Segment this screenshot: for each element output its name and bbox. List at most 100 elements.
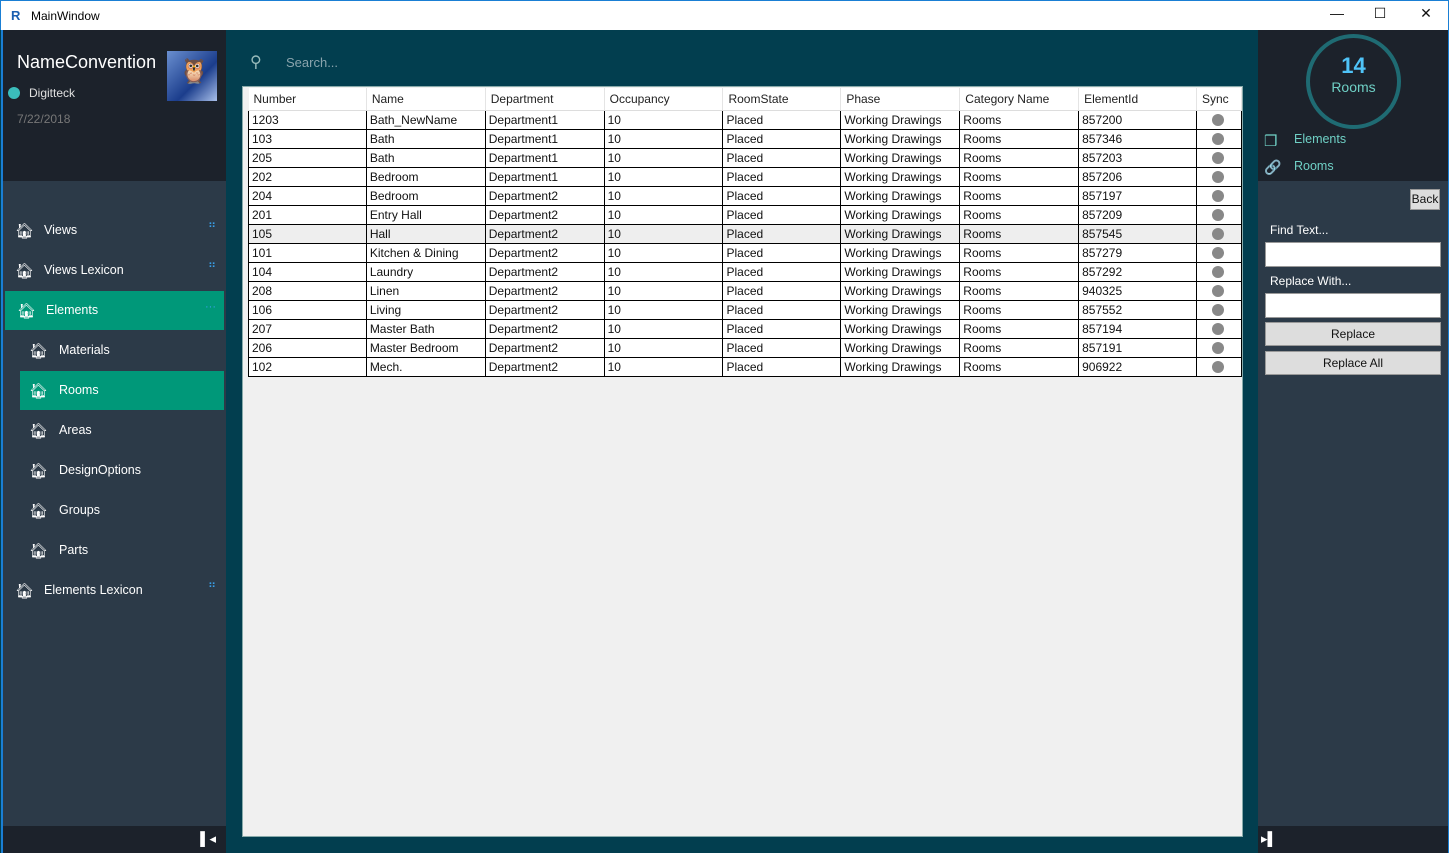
table-row[interactable]: 202 Bedroom Department1 10 Placed Working Dra… xyxy=(248,166,1243,187)
table-cell[interactable]: Department1 xyxy=(484,166,605,187)
table-cell[interactable]: Department2 xyxy=(484,261,605,282)
table-cell[interactable]: Living xyxy=(365,299,486,320)
table-row[interactable]: 205 Bath Department1 10 Placed Working Drawin… xyxy=(248,147,1243,168)
replace-button[interactable]: Replace xyxy=(1265,322,1441,346)
table-cell[interactable]: 940325 xyxy=(1078,280,1197,301)
sidebar-item-areas[interactable]: 🏠︎ Areas xyxy=(3,411,224,450)
link-elements[interactable]: ❒ Elements xyxy=(1264,132,1346,150)
table-cell[interactable]: Master Bath xyxy=(365,318,486,339)
table-cell[interactable]: Department2 xyxy=(484,242,605,263)
table-cell[interactable]: 201 xyxy=(248,204,367,225)
column-header[interactable]: Phase xyxy=(840,88,961,111)
table-cell[interactable]: 1203 xyxy=(248,109,367,130)
sidebar-item-groups[interactable]: 🏠︎ Groups xyxy=(3,491,224,530)
table-cell[interactable]: 10 xyxy=(603,204,724,225)
table-cell[interactable]: 10 xyxy=(603,223,724,244)
table-cell[interactable]: Placed xyxy=(722,280,842,301)
table-cell[interactable]: Rooms xyxy=(959,128,1080,149)
table-cell[interactable]: Working Drawings xyxy=(840,280,961,301)
table-cell[interactable]: Entry Hall xyxy=(365,204,486,225)
table-row[interactable]: 1203 Bath_NewName Department1 10 Placed Worki… xyxy=(248,109,1243,130)
sidebar-item-designoptions[interactable]: 🏠︎ DesignOptions xyxy=(3,451,224,490)
table-cell[interactable]: 205 xyxy=(248,147,367,168)
search-box[interactable]: ⚲ Search... xyxy=(250,52,338,72)
column-header[interactable]: ElementId xyxy=(1078,88,1197,111)
sidebar-item-elements-lexicon[interactable]: 🏠︎ Elements Lexicon ⠛ xyxy=(3,571,224,610)
table-cell[interactable]: Rooms xyxy=(959,318,1080,339)
table-cell[interactable]: Working Drawings xyxy=(840,147,961,168)
table-cell[interactable]: Placed xyxy=(722,337,842,358)
table-cell[interactable]: Rooms xyxy=(959,185,1080,206)
table-cell[interactable]: Placed xyxy=(722,147,842,168)
table-row[interactable]: 207 Master Bath Department2 10 Placed Working… xyxy=(248,318,1243,339)
table-cell[interactable]: Working Drawings xyxy=(840,337,961,358)
table-cell[interactable]: 10 xyxy=(603,166,724,187)
table-cell[interactable]: 10 xyxy=(603,109,724,130)
table-cell[interactable]: 10 xyxy=(603,299,724,320)
table-cell[interactable]: 10 xyxy=(603,242,724,263)
table-cell[interactable]: Department1 xyxy=(484,109,605,130)
table-cell[interactable]: Hall xyxy=(365,223,486,244)
table-cell[interactable]: Rooms xyxy=(959,166,1080,187)
table-cell[interactable]: Placed xyxy=(722,166,842,187)
table-cell[interactable]: Working Drawings xyxy=(840,261,961,282)
table-cell[interactable]: Placed xyxy=(722,299,842,320)
table-cell[interactable]: Bedroom xyxy=(365,166,486,187)
table-row[interactable]: 102 Mech. Department2 10 Placed Working Drawi… xyxy=(248,356,1243,377)
table-cell[interactable]: Working Drawings xyxy=(840,185,961,206)
table-cell[interactable]: Department2 xyxy=(484,185,605,206)
table-cell[interactable]: Department2 xyxy=(484,356,605,377)
find-text-input[interactable] xyxy=(1265,242,1441,267)
table-cell[interactable]: Rooms xyxy=(959,337,1080,358)
table-cell[interactable]: 857194 xyxy=(1078,318,1197,339)
replace-with-input[interactable] xyxy=(1265,293,1441,318)
collapse-sidebar-button[interactable]: ▌◂ xyxy=(200,831,216,847)
table-cell[interactable]: Department2 xyxy=(484,318,605,339)
table-cell[interactable]: 103 xyxy=(248,128,367,149)
table-cell[interactable]: 10 xyxy=(603,147,724,168)
table-cell[interactable]: Working Drawings xyxy=(840,356,961,377)
table-row[interactable]: 105 Hall Department2 10 Placed Working Drawin… xyxy=(248,223,1243,244)
column-header[interactable]: Department xyxy=(485,88,605,111)
table-cell[interactable]: 104 xyxy=(248,261,367,282)
sidebar-item-materials[interactable]: 🏠︎ Materials xyxy=(3,331,224,370)
table-cell[interactable]: Placed xyxy=(722,318,842,339)
table-cell[interactable]: Department1 xyxy=(484,128,605,149)
back-button[interactable]: Back xyxy=(1410,189,1440,210)
table-cell[interactable]: 105 xyxy=(248,223,367,244)
table-cell[interactable]: Linen xyxy=(365,280,486,301)
table-cell[interactable]: Rooms xyxy=(959,242,1080,263)
table-cell[interactable]: Bath xyxy=(365,128,486,149)
table-cell[interactable]: Placed xyxy=(722,356,842,377)
table-cell[interactable]: Mech. xyxy=(365,356,486,377)
table-cell[interactable]: 857552 xyxy=(1078,299,1197,320)
table-row[interactable]: 204 Bedroom Department2 10 Placed Working Dra… xyxy=(248,185,1243,206)
table-cell[interactable]: Working Drawings xyxy=(840,242,961,263)
table-cell[interactable]: Rooms xyxy=(959,147,1080,168)
column-header[interactable]: Number xyxy=(248,88,367,111)
table-cell[interactable]: Working Drawings xyxy=(840,109,961,130)
table-cell[interactable]: Working Drawings xyxy=(840,166,961,187)
minimize-button[interactable]: — xyxy=(1314,5,1360,27)
table-cell[interactable]: 857191 xyxy=(1078,337,1197,358)
table-cell[interactable]: 102 xyxy=(248,356,367,377)
table-cell[interactable]: 10 xyxy=(603,261,724,282)
table-cell[interactable]: Rooms xyxy=(959,204,1080,225)
table-cell[interactable]: 202 xyxy=(248,166,367,187)
table-cell[interactable]: 857203 xyxy=(1078,147,1197,168)
sidebar-item-views[interactable]: 🏠︎ Views ⠛ xyxy=(3,211,224,250)
table-cell[interactable]: Working Drawings xyxy=(840,128,961,149)
table-cell[interactable]: Department2 xyxy=(484,223,605,244)
column-header[interactable]: Occupancy xyxy=(604,88,724,111)
table-cell[interactable]: Department1 xyxy=(484,147,605,168)
sidebar-item-rooms[interactable]: 🏠︎ Rooms xyxy=(20,371,224,410)
table-cell[interactable]: Bedroom xyxy=(365,185,486,206)
column-header[interactable]: Sync xyxy=(1196,88,1243,111)
table-cell[interactable]: Working Drawings xyxy=(840,318,961,339)
table-row[interactable]: 106 Living Department2 10 Placed Working Draw… xyxy=(248,299,1243,320)
table-row[interactable]: 101 Kitchen & Dining Department2 10 Placed Wo… xyxy=(248,242,1243,263)
table-cell[interactable]: Rooms xyxy=(959,280,1080,301)
table-cell[interactable]: Rooms xyxy=(959,223,1080,244)
table-cell[interactable]: 10 xyxy=(603,185,724,206)
table-row[interactable]: 104 Laundry Department2 10 Placed Working Dra… xyxy=(248,261,1243,282)
